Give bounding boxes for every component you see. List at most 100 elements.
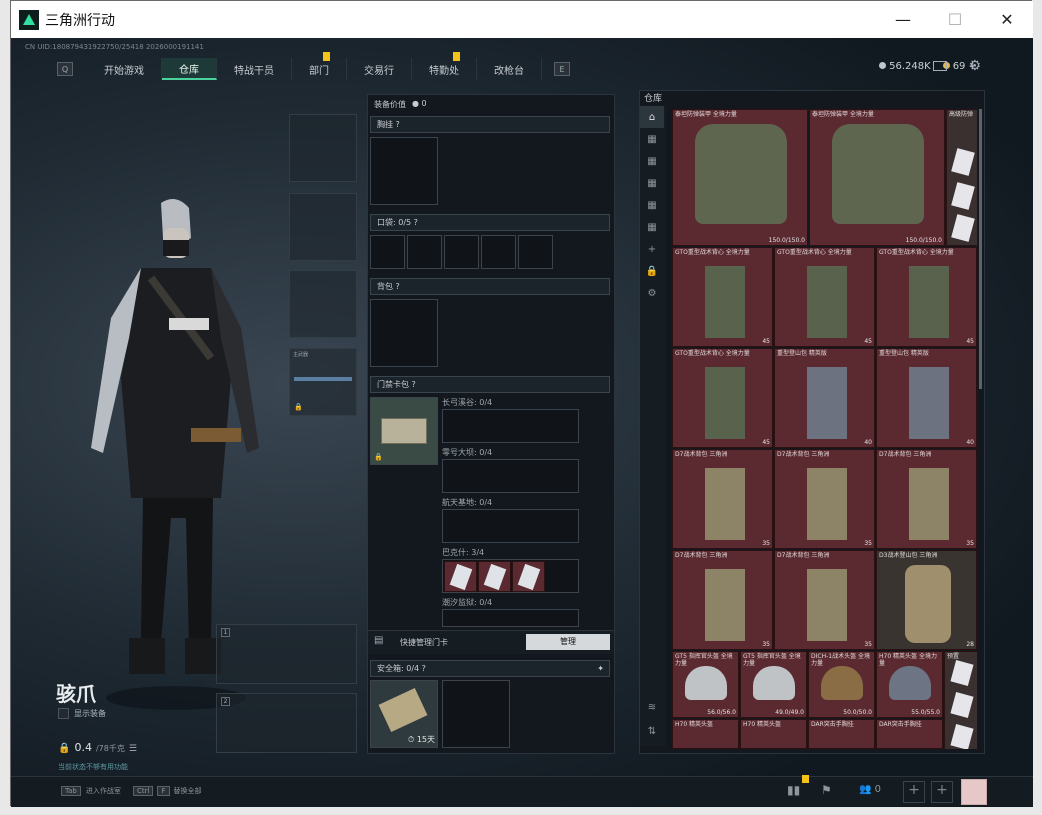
tab-departments[interactable]: 部门 [292,52,347,80]
warehouse-item[interactable]: GTO重型战术背心 全境力量 45 [876,247,977,347]
warehouse-item[interactable]: D7战术背包 三角洲 35 [774,550,875,650]
warehouse-item[interactable]: H70 精英头盔 [740,719,807,749]
mail-icon[interactable] [933,61,947,71]
lock-icon[interactable]: 🔒 [640,260,664,282]
warehouse-sub2-icon[interactable]: ▦ [640,150,664,172]
item-tag: GT5 指挥官头盔 全境力量 [675,653,733,667]
keycard-pack-slot[interactable]: 🔒 [370,397,438,465]
pistol-slot[interactable] [289,270,357,338]
replace-all-hint[interactable]: Ctrl F 替换全部 [133,786,202,796]
pocket-slot[interactable] [370,235,405,269]
warehouse-item[interactable]: GTO重型战术背心 全境力量 45 [672,247,773,347]
warehouse-main-icon[interactable]: ⌂ [640,106,664,128]
warehouse-item[interactable]: 重型登山包 精英版 40 [876,348,977,448]
tab-special-ops[interactable]: 特勤处 [412,52,477,80]
warehouse-item[interactable]: D7战术背包 三角洲 35 [774,449,875,549]
keycard-row[interactable] [442,509,579,543]
body-armor-slot[interactable] [289,193,357,261]
item-tag: D7战术背包 三角洲 [777,552,830,559]
tab-departments-label: 部门 [309,65,329,77]
backpack-slot[interactable] [370,299,438,367]
manage-button[interactable]: 管理 [526,634,610,650]
minimize-button[interactable]: — [877,1,929,38]
warehouse-item[interactable]: D7战术背包 三角洲 35 [672,449,773,549]
warehouse-item[interactable]: H70 精英头盔 [672,719,739,749]
friends-icon[interactable]: 👥 0 [859,784,881,795]
warehouse-item[interactable]: D7战术背包 三角洲 35 [672,550,773,650]
warehouse-scrollbar[interactable] [979,109,982,389]
item-tag: 泰坦防弹装甲 全境力量 [812,111,874,118]
warehouse-item[interactable]: 泰坦防弹装甲 全境力量 150.0/150.0 [672,109,808,246]
session-id: CN UID:180879431922750/25418 20260001911… [25,43,204,51]
item-value: 45 [864,338,872,345]
warehouse-item[interactable]: GT5 指挥官头盔 全境力量 56.0/56.0 [672,651,739,718]
pocket-slot[interactable] [444,235,479,269]
keycard-row[interactable] [442,459,579,493]
player-avatar[interactable] [961,779,987,805]
keycard-item[interactable] [512,561,545,592]
list-icon[interactable]: ☰ [129,744,137,754]
warehouse-item[interactable]: DAR突击手胸挂 [808,719,875,749]
primary-weapon-slot-2[interactable]: 2 [216,693,357,753]
nav-prev-key[interactable]: Q [57,62,73,76]
keycard-row[interactable] [442,559,579,593]
add-teammate-button[interactable]: + [931,781,953,803]
warehouse-sub4-icon[interactable]: ▦ [640,194,664,216]
keycard-row[interactable] [442,409,579,443]
warehouse-item[interactable]: DICH-1战术头盔 全境力量 50.0/50.0 [808,651,875,718]
maximize-button[interactable]: ☐ [929,1,981,38]
warehouse-sub5-icon[interactable]: ▦ [640,216,664,238]
item-value: 150.0/150.0 [905,237,942,244]
item-value: 35 [762,540,770,547]
keycard-item[interactable] [478,561,511,592]
add-teammate-button[interactable]: + [903,781,925,803]
warehouse-item[interactable]: DAR突击手胸挂 [876,719,943,749]
window-title: 三角洲行动 [45,12,115,29]
warehouse-sub3-icon[interactable]: ▦ [640,172,664,194]
chest-rig-slot[interactable] [370,137,438,205]
map-name: 航天基地: [442,498,477,507]
pocket-slot[interactable] [518,235,553,269]
warehouse-item[interactable]: H70 精英头盔 全境力量 55.0/55.0 [876,651,943,718]
primary-weapon-slot-1[interactable]: 1 [216,624,357,684]
pocket-slot[interactable] [407,235,442,269]
close-button[interactable]: ✕ [981,1,1033,38]
melee-slot[interactable]: 主武器 🔒 [289,348,357,416]
tab-operators[interactable]: 特战干员 [217,58,292,80]
tab-warehouse[interactable]: 仓库 [162,58,217,80]
tab-trade[interactable]: 交易行 [347,58,412,80]
helmet-slot[interactable] [289,114,357,182]
show-equipment-toggle[interactable]: 显示装备 [58,708,106,719]
pin-icon[interactable]: ✦ [597,664,604,673]
warehouse-item[interactable]: GTO重型战术背心 全境力量 45 [672,348,773,448]
safe-box-slot[interactable]: ⏱ 15天 [370,680,438,748]
vest-icon [705,367,745,439]
settings-gear-icon[interactable]: ⚙ [968,58,981,74]
warehouse-item[interactable]: GTO重型战术背心 全境力量 45 [774,247,875,347]
sort-icon[interactable]: ⇅ [640,720,664,742]
warehouse-side-items[interactable]: 高级防弹 [946,109,978,246]
pocket-slot[interactable] [481,235,516,269]
safe-box-grid[interactable] [442,680,510,748]
flag-icon[interactable]: ⚑ [821,783,832,797]
tab-start-game[interactable]: 开始游戏 [87,58,162,80]
keycard-row[interactable] [442,609,579,627]
enter-room-hint[interactable]: Tab 进入作战室 [61,786,121,796]
settings-icon[interactable]: ⚙ [640,282,664,304]
warehouse-item[interactable]: 泰坦防弹装甲 全境力量 150.0/150.0 [809,109,945,246]
tab-gunsmith[interactable]: 改枪台 [477,58,542,80]
warehouse-item[interactable]: D3战术登山包 三角洲 28 [876,550,977,650]
warehouse-item[interactable]: GT5 指挥官头盔 全境力量 49.0/49.0 [740,651,807,718]
nav-next-key[interactable]: E [554,62,570,76]
safe-box-label: 安全箱: [377,664,404,673]
show-equipment-checkbox[interactable] [58,708,69,719]
backpack-icon [807,569,847,641]
add-icon[interactable]: + [640,238,664,260]
layers-icon[interactable]: ≋ [640,696,664,718]
warehouse-item[interactable]: D7战术背包 三角洲 35 [876,449,977,549]
warehouse-sub1-icon[interactable]: ▦ [640,128,664,150]
stats-icon[interactable]: ▮▮ [787,783,800,797]
keycard-item[interactable] [444,561,477,592]
warehouse-side-items[interactable]: 预置 [944,651,978,749]
warehouse-item[interactable]: 重型登山包 精英版 40 [774,348,875,448]
